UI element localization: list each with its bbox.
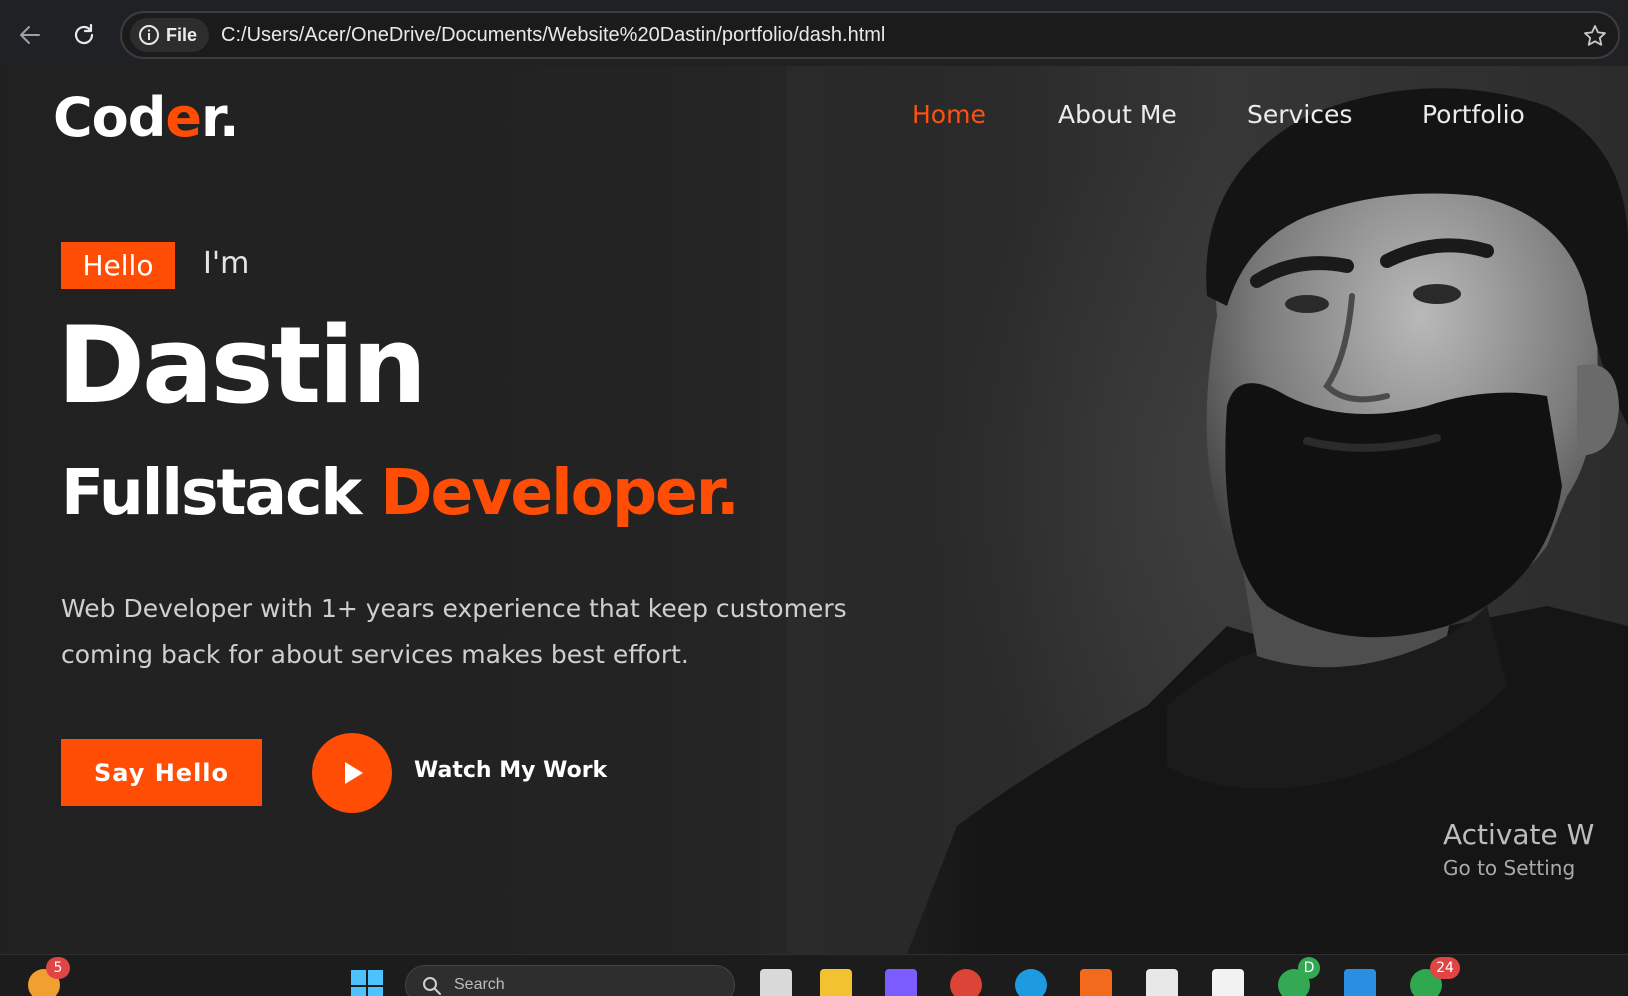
taskbar-search-box[interactable]: Search xyxy=(405,965,735,996)
copilot-icon[interactable] xyxy=(885,969,917,996)
xampp-icon[interactable] xyxy=(1080,969,1112,996)
say-hello-button[interactable]: Say Hello xyxy=(61,739,262,806)
vscode-icon[interactable] xyxy=(1344,969,1376,996)
back-arrow-icon xyxy=(20,26,40,44)
notifications-badge: 24 xyxy=(1430,957,1460,979)
nav-link-home[interactable]: Home xyxy=(912,100,986,129)
browser-toolbar: File C:/Users/Acer/OneDrive/Documents/We… xyxy=(0,0,1628,66)
taskbar-search-placeholder: Search xyxy=(454,976,505,993)
nav-link-portfolio[interactable]: Portfolio xyxy=(1422,100,1525,129)
hero-role: Fullstack Developer. xyxy=(61,456,740,529)
hero-description-line-1: Web Developer with 1+ years experience t… xyxy=(61,594,847,623)
hello-badge: Hello xyxy=(61,242,175,289)
windows-logo-icon xyxy=(351,970,383,996)
hero-description: Web Developer with 1+ years experience t… xyxy=(61,586,881,678)
greeting-text: I'm xyxy=(203,246,250,281)
logo-text-main: Cod xyxy=(53,86,166,149)
nav-link-about-me[interactable]: About Me xyxy=(1058,100,1177,129)
activate-windows-title: Activate W xyxy=(1443,818,1595,851)
microsoft-store-icon[interactable] xyxy=(1146,969,1178,996)
chrome-profile-badge: D xyxy=(1298,957,1320,979)
info-icon xyxy=(139,25,159,45)
watch-my-work-link[interactable]: Watch My Work xyxy=(414,758,607,783)
url-text[interactable]: C:/Users/Acer/OneDrive/Documents/Website… xyxy=(221,24,885,47)
bookmark-button[interactable] xyxy=(1580,21,1610,51)
back-button[interactable] xyxy=(12,17,48,53)
start-button[interactable] xyxy=(350,969,383,996)
logo-text-tail: r. xyxy=(201,86,239,149)
windows-taskbar: 5 Search D 24 xyxy=(0,954,1628,996)
star-icon xyxy=(1584,25,1606,46)
chrome-icon[interactable] xyxy=(950,969,982,996)
page-viewport: Coder. Home About Me Services Portfolio … xyxy=(7,66,1628,954)
search-icon xyxy=(423,977,441,995)
site-info-label: File xyxy=(166,24,198,45)
reload-button[interactable] xyxy=(66,17,102,53)
play-icon xyxy=(345,762,363,784)
weather-badge: 5 xyxy=(46,957,70,979)
hero-role-main: Fullstack xyxy=(61,456,362,529)
site-info-button[interactable]: File xyxy=(130,18,210,52)
hero-description-line-2: coming back for about services makes bes… xyxy=(61,640,689,669)
address-bar[interactable]: File C:/Users/Acer/OneDrive/Documents/We… xyxy=(120,11,1620,59)
logo-text-accent: e xyxy=(165,86,202,149)
task-view-icon[interactable] xyxy=(760,969,792,996)
activate-windows-subtitle: Go to Setting xyxy=(1443,856,1576,880)
edge-icon[interactable] xyxy=(1015,969,1047,996)
reload-icon xyxy=(74,23,94,45)
site-logo[interactable]: Coder. xyxy=(53,86,239,149)
hero-role-accent: Developer. xyxy=(380,456,740,529)
file-explorer-icon[interactable] xyxy=(820,969,852,996)
play-video-button[interactable] xyxy=(312,733,392,813)
nav-link-services[interactable]: Services xyxy=(1247,100,1352,129)
hero-name: Dastin xyxy=(57,304,427,427)
amazon-icon[interactable] xyxy=(1212,969,1244,996)
